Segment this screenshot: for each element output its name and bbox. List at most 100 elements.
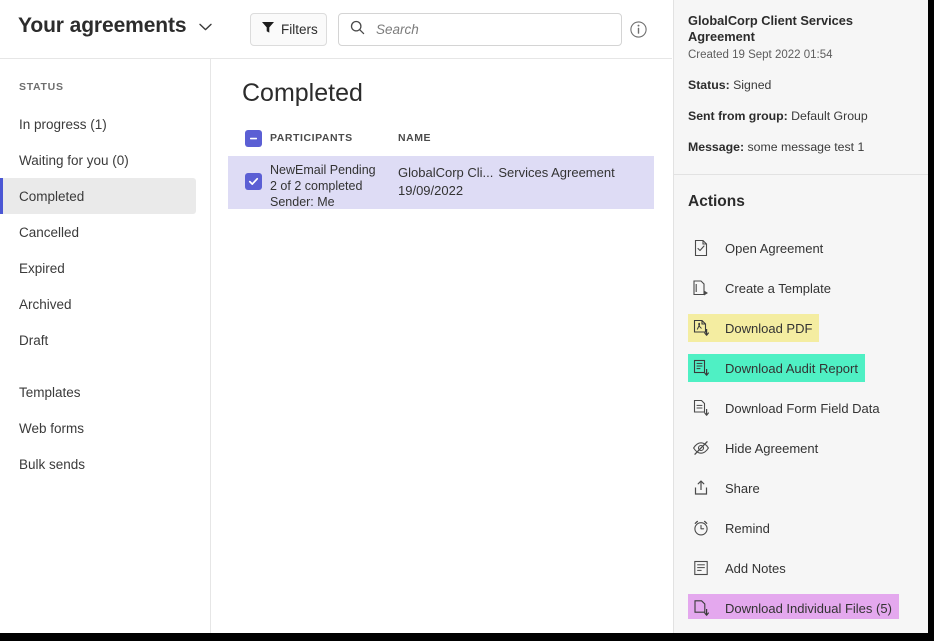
sidebar-item-label: Bulk sends (19, 456, 86, 472)
info-circle-icon[interactable] (630, 21, 647, 38)
detail-status: Status: Signed (688, 78, 915, 92)
actions-list: Open Agreement Create a Template Downloa… (674, 228, 928, 628)
sidebar: STATUS In progress (1) Waiting for you (… (0, 59, 211, 633)
detail-message-label: Message: (688, 140, 745, 154)
sidebar-item-templates[interactable]: Templates (0, 374, 211, 410)
agreement-title: GlobalCorp Client Services Agreement (688, 13, 853, 44)
row-date: 19/09/2022 (398, 183, 464, 198)
panel-divider (674, 174, 928, 175)
action-share[interactable]: Share (674, 468, 928, 508)
detail-status-value: Signed (733, 78, 772, 92)
action-add-notes[interactable]: Add Notes (674, 548, 928, 588)
action-label: Share (725, 480, 760, 496)
bottom-strip-panel (673, 619, 928, 633)
sidebar-item-label: Cancelled (19, 224, 80, 240)
detail-group-value: Default Group (791, 109, 868, 123)
details-panel: GlobalCorp Client Services Agreement Cre… (673, 0, 928, 633)
page-title-group[interactable]: Your agreements (18, 14, 212, 38)
participant-sender: Sender: Me (270, 195, 335, 209)
row-select-cell (228, 156, 270, 190)
sidebar-item-completed[interactable]: Completed (0, 178, 196, 214)
action-label: Remind (725, 520, 770, 536)
main-content: Completed PARTICIPANTS NAME NewEmail Pen… (212, 59, 672, 633)
document-copy-icon (691, 278, 711, 298)
sidebar-item-label: Completed (19, 188, 85, 204)
sidebar-divider-gap (0, 358, 211, 374)
participant-primary: NewEmail Pending (270, 163, 376, 177)
action-remind[interactable]: Remind (674, 508, 928, 548)
action-download-form-field-data[interactable]: Download Form Field Data (674, 388, 928, 428)
report-download-icon (691, 358, 711, 378)
bottom-strip-sidebar (0, 619, 211, 633)
detail-group-label: Sent from group: (688, 109, 788, 123)
funnel-icon (261, 20, 275, 39)
action-label: Download Individual Files (5) (725, 600, 892, 616)
search-box[interactable] (338, 13, 622, 46)
sidebar-item-cancelled[interactable]: Cancelled (0, 214, 211, 250)
column-header-participants[interactable]: PARTICIPANTS (270, 132, 398, 144)
sidebar-item-web-forms[interactable]: Web forms (0, 410, 211, 446)
action-label: Open Agreement (725, 240, 824, 256)
search-input[interactable] (374, 21, 609, 38)
sidebar-item-waiting-for-you[interactable]: Waiting for you (0) (0, 142, 211, 178)
column-header-name[interactable]: NAME (398, 132, 654, 144)
sidebar-item-label: In progress (1) (19, 116, 107, 132)
select-all-checkbox[interactable] (245, 129, 262, 147)
row-name-line: GlobalCorp Cli... Services Agreement (398, 164, 650, 182)
row-participants-cell: NewEmail Pending 2 of 2 completed Sender… (270, 156, 398, 210)
sidebar-item-archived[interactable]: Archived (0, 286, 211, 322)
search-icon (350, 20, 365, 40)
select-all-cell (228, 129, 270, 147)
sidebar-item-label: Archived (19, 296, 72, 312)
alarm-clock-icon (691, 518, 711, 538)
action-label: Download Form Field Data (725, 400, 880, 416)
sidebar-section-label: STATUS (19, 81, 64, 93)
detail-message: Message: some message test 1 (688, 140, 915, 154)
row-name-cell: GlobalCorp Cli... Services Agreement 19/0… (398, 156, 654, 200)
sidebar-item-draft[interactable]: Draft (0, 322, 211, 358)
section-title: Completed (242, 79, 363, 107)
sidebar-nav: In progress (1) Waiting for you (0) Comp… (0, 106, 211, 482)
details-header: GlobalCorp Client Services Agreement Cre… (674, 0, 928, 154)
sidebar-item-label: Templates (19, 384, 81, 400)
table-header-row: PARTICIPANTS NAME (228, 125, 654, 151)
detail-message-value: some message test 1 (747, 140, 865, 154)
action-label: Create a Template (725, 280, 831, 296)
form-download-icon (691, 398, 711, 418)
action-label: Hide Agreement (725, 440, 819, 456)
app-window: Your agreements Filters STATUS In progr (0, 0, 928, 633)
filters-button[interactable]: Filters (250, 13, 327, 46)
actions-title: Actions (688, 193, 745, 210)
action-download-audit-report[interactable]: Download Audit Report (674, 348, 928, 388)
pdf-download-icon (691, 318, 711, 338)
participant-progress: 2 of 2 completed (270, 179, 363, 193)
sidebar-item-label: Web forms (19, 420, 85, 436)
sidebar-item-label: Waiting for you (0) (19, 152, 129, 168)
sidebar-item-in-progress[interactable]: In progress (1) (0, 106, 211, 142)
file-download-icon (691, 598, 711, 618)
sidebar-item-bulk-sends[interactable]: Bulk sends (0, 446, 211, 482)
table-row[interactable]: NewEmail Pending 2 of 2 completed Sender… (228, 156, 654, 209)
row-name-rest: Services Agreement (498, 165, 615, 180)
action-label: Add Notes (725, 560, 786, 576)
detail-status-label: Status: (688, 78, 730, 92)
sidebar-item-expired[interactable]: Expired (0, 250, 211, 286)
page-title: Your agreements (18, 14, 187, 37)
detail-group: Sent from group: Default Group (688, 109, 915, 123)
action-download-pdf[interactable]: Download PDF (674, 308, 928, 348)
notes-icon (691, 558, 711, 578)
share-upload-icon (691, 478, 711, 498)
row-checkbox[interactable] (245, 173, 262, 190)
document-check-icon (691, 238, 711, 258)
chevron-down-icon[interactable] (198, 23, 212, 31)
sidebar-item-label: Expired (19, 260, 65, 276)
action-open-agreement[interactable]: Open Agreement (674, 228, 928, 268)
action-create-template[interactable]: Create a Template (674, 268, 928, 308)
action-hide-agreement[interactable]: Hide Agreement (674, 428, 928, 468)
action-label: Download PDF (725, 320, 813, 336)
top-toolbar: Your agreements Filters (0, 0, 672, 59)
row-name-truncated: GlobalCorp Cli... (398, 165, 494, 180)
bottom-strip (0, 619, 928, 633)
sidebar-item-label: Draft (19, 332, 49, 348)
filters-label: Filters (281, 22, 318, 37)
